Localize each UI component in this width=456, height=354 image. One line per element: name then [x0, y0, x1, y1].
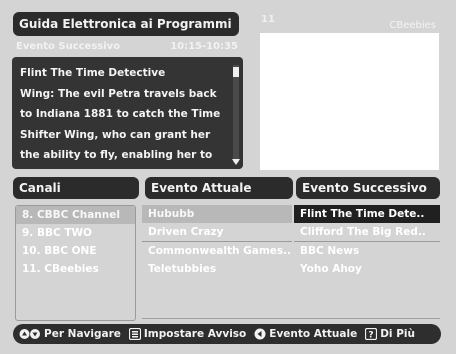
column-header-current-event: Evento Attuale [145, 177, 293, 199]
channel-row[interactable]: 8. CBBC Channel [16, 206, 135, 224]
event-time: 10:15-10:35 [170, 41, 238, 52]
channel-row[interactable]: 11. CBeebies [16, 260, 135, 278]
program-info-header: Evento Successivo 10:15-10:35 [14, 39, 240, 55]
up-down-arrows-icon [19, 328, 41, 340]
channel-row[interactable]: 10. BBC ONE [16, 242, 135, 260]
next-event-row[interactable]: BBC News [294, 242, 440, 260]
footer-help-bar: Per Navigare Impostare Avviso Evento Att… [13, 324, 441, 344]
synopsis-panel: Flint The Time Detective Wing: The evil … [12, 57, 243, 169]
event-label: Evento Successivo [16, 41, 121, 52]
epg-screen: Guida Elettronica ai Programmi 11 CBeebi… [0, 0, 456, 354]
next-event-row[interactable]: Clifford The Big Red.. [294, 223, 440, 242]
svg-text:?: ? [369, 331, 374, 341]
current-event-list: Hububb Driven Crazy Commonwealth Games..… [142, 205, 292, 321]
video-preview [260, 33, 439, 170]
current-event-row[interactable]: Commonwealth Games.. [142, 242, 292, 260]
channel-row[interactable]: 9. BBC TWO [16, 224, 135, 242]
channel-number: 11 [261, 14, 275, 25]
footer-more-label: Di Più [380, 328, 415, 340]
footer-current-label: Evento Attuale [269, 328, 358, 340]
synopsis-scrollbar[interactable] [232, 65, 240, 165]
column-header-channels: Canali [13, 177, 139, 199]
left-arrow-icon [254, 328, 266, 340]
column-header-next-event: Evento Successivo [296, 177, 440, 199]
channel-list: 8. CBBC Channel 9. BBC TWO 10. BBC ONE 1… [15, 205, 136, 321]
synopsis-text: Flint The Time Detective Wing: The evil … [20, 67, 221, 161]
footer-navigate-label: Per Navigare [44, 328, 121, 340]
list-divider [142, 318, 440, 319]
next-event-list: Flint The Time Dete.. Clifford The Big R… [294, 205, 440, 321]
footer-reminder-label: Impostare Avviso [143, 328, 247, 340]
channel-name: CBeebies [389, 20, 436, 31]
scroll-thumb[interactable] [233, 67, 239, 77]
current-event-row[interactable]: Driven Crazy [142, 223, 292, 242]
info-button-icon: ? [365, 328, 378, 341]
page-title: Guida Elettronica ai Programmi [13, 12, 239, 36]
reminder-button-icon [128, 328, 141, 340]
next-event-row[interactable]: Yoho Ahoy [294, 260, 440, 278]
current-event-row[interactable]: Hububb [142, 205, 292, 223]
current-event-row[interactable]: Teletubbies [142, 260, 292, 278]
scroll-down-icon[interactable] [232, 159, 240, 165]
next-event-row-selected[interactable]: Flint The Time Dete.. [294, 205, 440, 223]
